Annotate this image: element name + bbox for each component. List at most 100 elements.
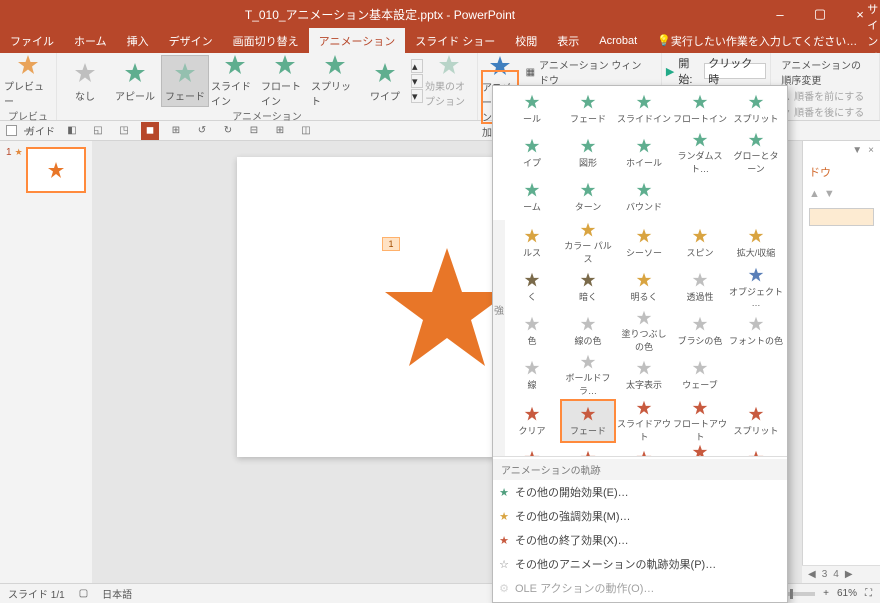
zoom-in[interactable]: + (823, 588, 829, 599)
gallery-item[interactable]: ホイール (617, 132, 671, 174)
gallery-item[interactable]: ボールドフラ… (561, 354, 615, 396)
gallery-item[interactable]: スライドイン (617, 88, 671, 130)
gallery-item[interactable]: 暗く (561, 266, 615, 308)
tab-review[interactable]: 校閲 (505, 28, 547, 53)
gallery-item[interactable]: 透過性 (673, 266, 727, 308)
maximize-button[interactable]: ▢ (800, 0, 840, 28)
tab-home[interactable]: ホーム (64, 28, 117, 53)
gallery-item[interactable]: ランダムスト… (673, 444, 727, 456)
gallery-item[interactable]: 明るく (617, 266, 671, 308)
move-later[interactable]: ▼ 順番を後にする (781, 104, 869, 119)
gallery-item[interactable]: ルス (505, 222, 559, 264)
tab-design[interactable]: デザイン (159, 28, 223, 53)
minimize-button[interactable]: – (760, 0, 800, 28)
more-entrance[interactable]: ★その他の開始効果(E)… (493, 480, 787, 504)
more-emphasis[interactable]: ★その他の強調効果(M)… (493, 504, 787, 528)
pane-dropdown-icon[interactable]: ▼ (852, 145, 862, 156)
gallery-up[interactable]: ▴ (411, 59, 423, 73)
effect-wipe[interactable]: ワイプ (361, 55, 409, 107)
tool-btn-4[interactable]: ◼ (141, 122, 159, 140)
gallery-item[interactable]: ブラシの色 (673, 310, 727, 352)
pane-up-icon[interactable]: ▲ (809, 188, 820, 200)
gallery-item[interactable]: ワイプ (505, 444, 559, 456)
gallery-item[interactable]: フォントの色 (729, 310, 783, 352)
gallery-item[interactable]: 色 (505, 310, 559, 352)
gallery-item[interactable]: フロートアウト (673, 400, 727, 442)
gallery-item[interactable]: スプリット (729, 400, 783, 442)
gallery-item[interactable]: フロートイン (673, 88, 727, 130)
more-motion[interactable]: ☆その他のアニメーションの軌跡効果(P)… (493, 552, 787, 576)
tab-transitions[interactable]: 画面切り替え (223, 28, 309, 53)
pane-down-icon[interactable]: ▼ (824, 188, 835, 200)
effect-none[interactable]: なし (61, 55, 109, 107)
gallery-more[interactable]: ▾ (411, 89, 423, 103)
gallery-item[interactable]: く (505, 266, 559, 308)
tool-btn-3[interactable]: ◳ (115, 122, 133, 140)
spellcheck-icon[interactable]: ▢ (79, 588, 88, 599)
gallery-item[interactable]: スライドアウト (617, 400, 671, 442)
tool-btn-8[interactable]: ⊟ (245, 122, 263, 140)
effect-options-button[interactable]: 効果のオプション (425, 55, 473, 107)
zoom-value[interactable]: 61% (837, 588, 857, 599)
tool-btn-2[interactable]: ◱ (89, 122, 107, 140)
gallery-item[interactable]: スプリット (729, 88, 783, 130)
page-3[interactable]: 3 (822, 569, 828, 580)
gallery-item[interactable]: シーソー (617, 222, 671, 264)
tab-acrobat[interactable]: Acrobat (589, 28, 647, 53)
gallery-item[interactable]: 図形 (561, 444, 615, 456)
tool-btn-5[interactable]: ⊞ (167, 122, 185, 140)
tool-btn-10[interactable]: ◫ (297, 122, 315, 140)
gallery-item[interactable]: イプ (505, 132, 559, 174)
animation-pane-button[interactable]: ▦ アニメーション ウィンドウ (526, 57, 651, 87)
tab-animations[interactable]: アニメーション (309, 28, 406, 53)
page-next-icon[interactable]: ▶ (845, 569, 853, 580)
tool-btn-9[interactable]: ⊞ (271, 122, 289, 140)
preview-button[interactable]: プレビュー (4, 55, 52, 107)
gallery-item[interactable]: ランダムスト… (673, 132, 727, 174)
tab-slideshow[interactable]: スライド ショー (405, 28, 505, 53)
animation-order-tag[interactable]: 1 (382, 237, 400, 251)
page-prev-icon[interactable]: ◀ (808, 569, 816, 580)
tool-btn-1[interactable]: ◧ (63, 122, 81, 140)
move-earlier[interactable]: ▲ 順番を前にする (781, 88, 869, 103)
gallery-item[interactable]: 拡大/収縮 (729, 222, 783, 264)
gallery-item[interactable]: グローとターン (729, 132, 783, 174)
tab-file[interactable]: ファイル (0, 28, 64, 53)
gallery-item[interactable]: 線の色 (561, 310, 615, 352)
gallery-item[interactable]: スピン (673, 222, 727, 264)
gallery-item[interactable]: フェード (561, 88, 615, 130)
effect-fade[interactable]: フェード (161, 55, 209, 107)
gallery-item[interactable]: ウェーブ (673, 354, 727, 396)
page-4[interactable]: 4 (833, 569, 839, 580)
slide-thumbnail[interactable]: 1 ★ (6, 147, 86, 193)
effect-slidein[interactable]: スライドイン (211, 55, 259, 107)
gallery-item[interactable]: 塗りつぶしの色 (617, 310, 671, 352)
tool-btn-7[interactable]: ↻ (219, 122, 237, 140)
gallery-item[interactable]: クリア (505, 400, 559, 442)
start-dropdown[interactable]: クリック時 (704, 63, 766, 79)
effect-appear[interactable]: アピール (111, 55, 159, 107)
gallery-item[interactable]: ール (505, 88, 559, 130)
gallery-down[interactable]: ▾ (411, 74, 423, 88)
gallery-item[interactable]: カラー パルス (561, 222, 615, 264)
effect-split[interactable]: スプリット (311, 55, 359, 107)
tool-btn-6[interactable]: ↺ (193, 122, 211, 140)
effect-floatin[interactable]: フロートイン (261, 55, 309, 107)
pane-close-icon[interactable]: × (868, 145, 874, 156)
gallery-item[interactable]: ターン (561, 176, 615, 218)
gallery-item[interactable]: 図形 (561, 132, 615, 174)
gallery-item[interactable]: フェード (561, 400, 615, 442)
gallery-item[interactable]: 線 (505, 354, 559, 396)
gallery-item[interactable]: ホイール (617, 444, 671, 456)
language[interactable]: 日本語 (102, 586, 132, 601)
gallery-item[interactable]: 太字表示 (617, 354, 671, 396)
more-exit[interactable]: ★その他の終了効果(X)… (493, 528, 787, 552)
gallery-item[interactable]: 縮小および… (729, 444, 783, 456)
gallery-item[interactable]: ーム (505, 176, 559, 218)
tell-me[interactable]: 💡 実行したい作業を入力してください… (647, 28, 867, 53)
pane-item-selected[interactable] (809, 208, 874, 226)
tab-insert[interactable]: 挿入 (117, 28, 159, 53)
gallery-item[interactable]: バウンド (617, 176, 671, 218)
fit-icon[interactable]: ⛶ (865, 588, 872, 599)
tab-view[interactable]: 表示 (547, 28, 589, 53)
